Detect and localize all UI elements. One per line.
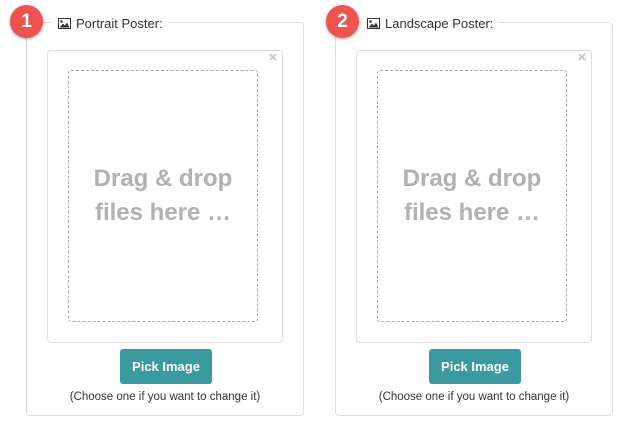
image-icon [367, 17, 380, 29]
portrait-poster-title: Portrait Poster: [76, 15, 163, 31]
landscape-poster-title: Landscape Poster: [385, 15, 494, 31]
drop-zone-text: Drag & drop files here … [397, 162, 547, 230]
landscape-pick-image-button[interactable]: Pick Image [429, 349, 521, 384]
drop-zone-line-2: files here … [403, 199, 541, 226]
close-icon[interactable]: × [576, 50, 588, 65]
landscape-poster-panel: Landscape Poster: × Drag & drop files he… [335, 13, 613, 416]
drop-zone-text: Drag & drop files here … [88, 162, 238, 230]
landscape-poster-legend: Landscape Poster: [362, 13, 499, 33]
portrait-drop-zone[interactable]: Drag & drop files here … [68, 70, 258, 322]
landscape-hint-text: (Choose one if you want to change it) [378, 391, 570, 403]
landscape-preview-frame: × Drag & drop files here … [356, 50, 592, 343]
portrait-pick-image-button[interactable]: Pick Image [120, 349, 212, 384]
portrait-hint-text: (Choose one if you want to change it) [69, 391, 261, 403]
landscape-drop-zone[interactable]: Drag & drop files here … [377, 70, 567, 322]
step-badge-2: 2 [326, 5, 359, 38]
step-badge-1: 1 [10, 5, 43, 38]
drop-zone-line-2: files here … [94, 199, 232, 226]
portrait-poster-legend: Portrait Poster: [53, 13, 168, 33]
close-icon[interactable]: × [267, 50, 279, 65]
portrait-poster-panel: Portrait Poster: × Drag & drop files her… [26, 13, 304, 416]
drop-zone-line-1: Drag & drop [93, 165, 233, 192]
portrait-preview-frame: × Drag & drop files here … [47, 50, 283, 343]
drop-zone-line-1: Drag & drop [402, 165, 542, 192]
image-icon [58, 17, 71, 29]
